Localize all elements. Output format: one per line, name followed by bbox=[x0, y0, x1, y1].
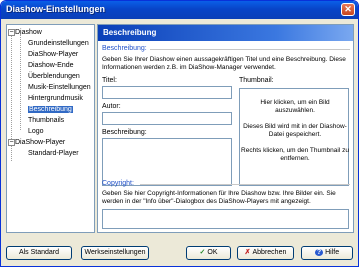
description-group-label: Beschreibung: bbox=[102, 45, 147, 52]
author-label: Autor: bbox=[102, 103, 121, 110]
tree-item-label: Grundeinstellungen bbox=[28, 40, 89, 47]
thumbnail-hint: Hier klicken, um ein Bild auszuwählen. bbox=[260, 99, 330, 114]
tree-item-diashow-player-group[interactable]: − DiaShow-Player bbox=[8, 138, 66, 148]
help-button[interactable]: ? Hilfe bbox=[301, 246, 353, 260]
tree-item-ueberblendungen[interactable]: Überblendungen bbox=[28, 72, 80, 82]
cancel-label: Abbrechen bbox=[252, 249, 287, 256]
factory-settings-button[interactable]: Werkseinstellungen bbox=[81, 246, 149, 260]
tree-item-grundeinstellungen[interactable]: Grundeinstellungen bbox=[28, 39, 89, 49]
help-label: Hilfe bbox=[325, 249, 340, 256]
tree-item-label: Überblendungen bbox=[28, 73, 80, 80]
page-title: Beschreibung bbox=[98, 25, 353, 41]
cross-icon: ✗ bbox=[244, 249, 251, 256]
collapse-icon[interactable]: − bbox=[8, 29, 15, 36]
tree-item-musik-einstellungen[interactable]: Musik-Einstellungen bbox=[28, 83, 91, 93]
tree-item-standard-player[interactable]: Standard-Player bbox=[28, 149, 79, 159]
tree-item-logo[interactable]: Logo bbox=[28, 127, 44, 137]
beschreibung-label: Beschreibung: bbox=[102, 129, 147, 136]
tree-item-label: Diashow bbox=[15, 29, 42, 36]
title-bar[interactable]: Diashow-Einstellungen ✕ bbox=[1, 1, 358, 19]
tree-item-beschreibung[interactable]: Beschreibung bbox=[28, 105, 73, 115]
tree-item-hintergrundmusik[interactable]: Hintergrundmusik bbox=[28, 94, 83, 104]
help-icon: ? bbox=[314, 249, 324, 256]
close-button[interactable]: ✕ bbox=[341, 3, 355, 16]
copyright-group-label: Copyright: bbox=[102, 180, 134, 187]
tree-item-label: Hintergrundmusik bbox=[28, 95, 83, 102]
tree-item-label: Thumbnails bbox=[28, 117, 65, 124]
group-divider bbox=[140, 184, 350, 185]
tree-item-label: Diashow-Ende bbox=[28, 62, 74, 69]
tree-item-diashow[interactable]: − Diashow bbox=[8, 28, 42, 38]
copyright-textarea[interactable] bbox=[102, 209, 349, 229]
tree-item-label: Logo bbox=[28, 128, 44, 135]
title-label: Titel: bbox=[102, 77, 117, 84]
thumbnail-label: Thumbnail: bbox=[239, 77, 274, 84]
title-field[interactable] bbox=[102, 86, 232, 99]
settings-dialog: Diashow-Einstellungen ✕ − Diashow Grunde… bbox=[0, 0, 359, 267]
thumbnail-picker[interactable]: Hier klicken, um ein Bild auszuwählen. D… bbox=[239, 88, 349, 186]
close-icon: ✕ bbox=[344, 4, 352, 14]
tree-item-label: DiaShow-Player bbox=[15, 139, 66, 146]
tree-item-diashow-player[interactable]: DiaShow-Player bbox=[28, 50, 78, 60]
window-title: Diashow-Einstellungen bbox=[6, 4, 106, 14]
thumbnail-hint: Dieses Bild wird mit in der Diashow-Date… bbox=[243, 123, 347, 138]
cancel-button[interactable]: ✗ Abbrechen bbox=[237, 246, 294, 260]
tree-item-label: Standard-Player bbox=[28, 150, 79, 157]
thumbnail-hint: Rechts klicken, um den Thumbnail zu entf… bbox=[241, 147, 349, 162]
tree-item-label: Musik-Einstellungen bbox=[28, 84, 91, 91]
default-button[interactable]: Als Standard bbox=[6, 246, 72, 260]
content-panel: Beschreibung Beschreibung: Geben Sie Ihr… bbox=[97, 24, 354, 233]
description-help-text: Geben Sie Ihrer Diashow einen aussagekrä… bbox=[102, 56, 346, 71]
tree-item-label: DiaShow-Player bbox=[28, 51, 79, 58]
tree-item-diashow-ende[interactable]: Diashow-Ende bbox=[28, 61, 74, 71]
tree-item-label: Beschreibung bbox=[28, 106, 73, 113]
author-field[interactable] bbox=[102, 112, 232, 125]
collapse-icon[interactable]: − bbox=[8, 139, 15, 146]
beschreibung-textarea[interactable] bbox=[102, 138, 232, 186]
settings-tree[interactable]: − Diashow Grundeinstellungen DiaShow-Pla… bbox=[6, 24, 95, 233]
copyright-help-text: Geben Sie hier Copyright-Informationen f… bbox=[102, 190, 336, 205]
tree-connector bbox=[20, 34, 21, 130]
ok-button[interactable]: ✓ OK bbox=[186, 246, 231, 260]
check-icon: ✓ bbox=[199, 249, 206, 256]
group-divider bbox=[150, 49, 350, 50]
tree-item-thumbnails[interactable]: Thumbnails bbox=[28, 116, 64, 126]
ok-label: OK bbox=[207, 249, 218, 256]
